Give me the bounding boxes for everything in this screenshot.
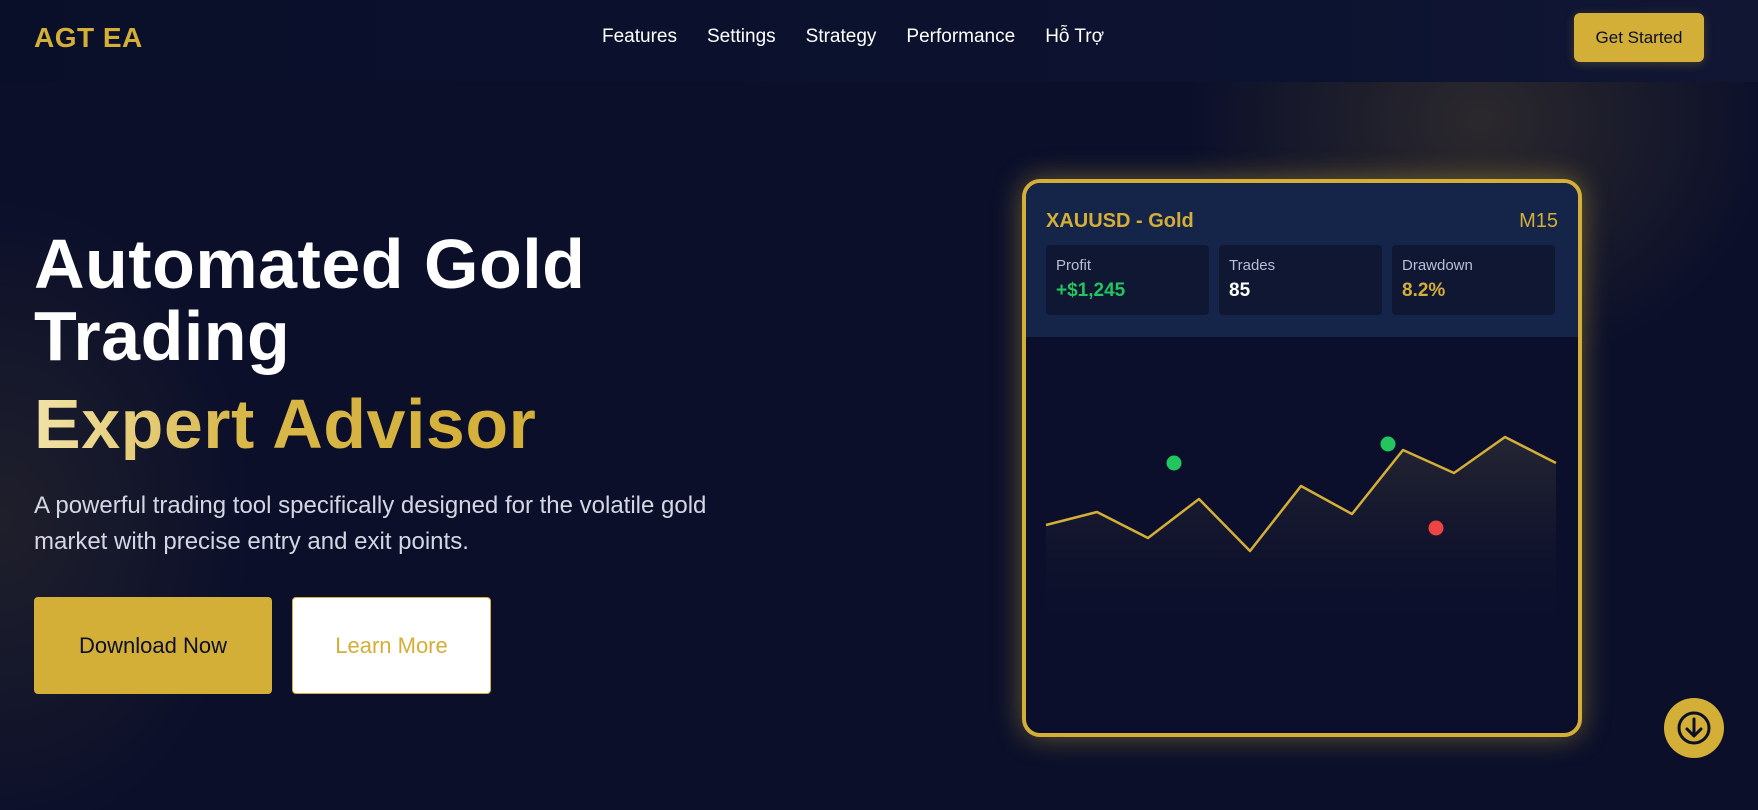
trading-card: XAUUSD - Gold M15 Profit +$1,245 Trades …: [1022, 179, 1582, 737]
download-now-button[interactable]: Download Now: [34, 597, 272, 694]
nav-link-support[interactable]: Hỗ Trợ: [1045, 26, 1104, 48]
nav-links: Features Settings Strategy Performance H…: [602, 26, 1134, 48]
price-chart: [1045, 435, 1557, 637]
price-area: [1046, 437, 1556, 637]
buy-signal-marker: [1380, 436, 1396, 452]
nav-link-settings[interactable]: Settings: [707, 26, 776, 48]
stat-label: Profit: [1056, 257, 1092, 274]
sell-signal-marker: [1428, 520, 1444, 536]
stat-label: Drawdown: [1402, 257, 1473, 274]
stat-trades: Trades 85: [1219, 245, 1382, 315]
hero-subtitle: Expert Advisor: [34, 385, 537, 463]
stat-value: 8.2%: [1402, 280, 1446, 301]
stat-profit: Profit +$1,245: [1046, 245, 1209, 315]
card-header: XAUUSD - Gold M15 Profit +$1,245 Trades …: [1026, 183, 1578, 337]
scroll-down-button[interactable]: [1664, 698, 1724, 758]
card-symbol: XAUUSD - Gold: [1046, 210, 1194, 232]
stat-value: +$1,245: [1056, 280, 1126, 301]
card-timeframe: M15: [1519, 210, 1558, 232]
nav-link-strategy[interactable]: Strategy: [806, 26, 877, 48]
stat-label: Trades: [1229, 257, 1276, 274]
stat-drawdown: Drawdown 8.2%: [1392, 245, 1555, 315]
brand-logo[interactable]: AGT EA: [34, 22, 143, 54]
get-started-button[interactable]: Get Started: [1574, 13, 1704, 62]
hero-title: Automated Gold Trading: [34, 225, 586, 375]
hero-description: A powerful trading tool specifically des…: [34, 492, 707, 555]
learn-more-button[interactable]: Learn More: [292, 597, 491, 694]
navbar: AGT EA Features Settings Strategy Perfor…: [0, 0, 1758, 82]
nav-link-features[interactable]: Features: [602, 26, 677, 48]
nav-link-performance[interactable]: Performance: [906, 26, 1015, 48]
arrow-down-circle-icon: [1677, 711, 1711, 745]
buy-signal-marker: [1166, 455, 1182, 471]
stat-value: 85: [1229, 280, 1251, 301]
